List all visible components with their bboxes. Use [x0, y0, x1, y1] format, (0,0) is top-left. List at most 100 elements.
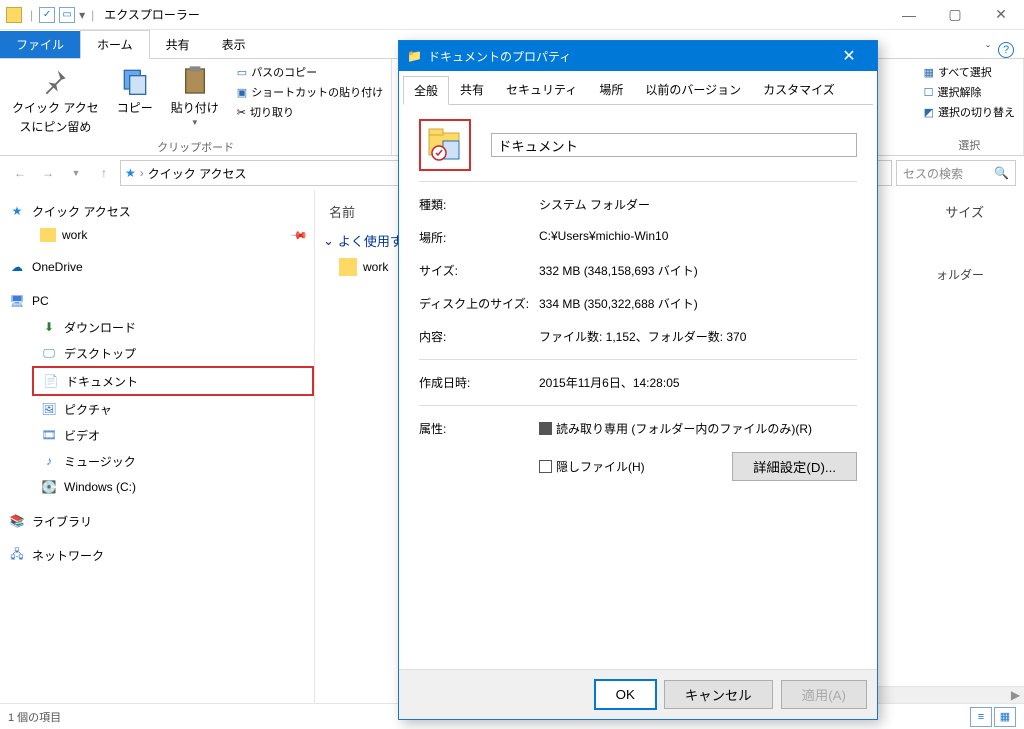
- tab-file[interactable]: ファイル: [0, 31, 80, 58]
- tab-sharing[interactable]: 共有: [449, 75, 495, 104]
- scroll-right-icon[interactable]: ▶: [1007, 688, 1024, 702]
- created-label: 作成日時:: [419, 374, 539, 391]
- explorer-icon: [6, 7, 22, 23]
- paste-icon: [179, 65, 211, 97]
- select-all-button[interactable]: ▦ すべて選択: [922, 63, 1017, 81]
- collapse-ribbon-icon[interactable]: ˇ: [986, 43, 990, 57]
- folder-name-input[interactable]: [491, 133, 857, 157]
- search-box[interactable]: セスの検索 🔍: [896, 160, 1016, 186]
- paste-shortcut-button[interactable]: ▣ ショートカットの貼り付け: [235, 83, 385, 101]
- tree-pc[interactable]: 🖥 PC: [0, 288, 314, 314]
- file-name: work: [363, 260, 388, 274]
- advanced-button[interactable]: 詳細設定(D)...: [732, 452, 857, 481]
- column-header-size[interactable]: サイズ: [945, 198, 984, 225]
- help-icon[interactable]: ?: [998, 42, 1014, 58]
- nav-history-dropdown[interactable]: ▼: [64, 161, 88, 185]
- copy-button[interactable]: コピー: [111, 63, 159, 137]
- tree-onedrive[interactable]: ☁ OneDrive: [0, 254, 314, 280]
- copy-path-button[interactable]: ▭ パスのコピー: [235, 63, 385, 81]
- cut-button[interactable]: ✂ 切り取り: [235, 103, 385, 121]
- chevron-down-icon: ⌄: [323, 233, 334, 249]
- search-placeholder: セスの検索: [903, 165, 963, 182]
- tab-share[interactable]: 共有: [150, 31, 206, 58]
- music-icon: ♪: [40, 452, 58, 470]
- shortcut-icon: ▣: [237, 86, 247, 99]
- copy-path-icon: ▭: [237, 66, 247, 79]
- tree-desktop[interactable]: 🖵 デスクトップ: [0, 340, 314, 366]
- dialog-body: 種類:システム フォルダー 場所:C:¥Users¥michio-Win10 サ…: [399, 105, 877, 503]
- apply-button[interactable]: 適用(A): [781, 680, 867, 709]
- dialog-title: ドキュメントのプロパティ: [428, 48, 571, 65]
- ribbon-group-clipboard: クイック アクセ スにピン留め コピー 貼り付け ▼ ▭ パスのコピー ▣ ショ…: [0, 59, 392, 155]
- chevron-down-icon[interactable]: ▾: [79, 8, 85, 22]
- pin-icon: [39, 65, 71, 97]
- readonly-checkbox[interactable]: 読み取り専用 (フォルダー内のファイルのみ)(R): [539, 420, 812, 437]
- clipboard-group-label: クリップボード: [6, 139, 385, 155]
- tab-security[interactable]: セキュリティ: [495, 75, 588, 104]
- tree-work[interactable]: work 📌: [0, 224, 314, 246]
- paste-shortcut-label: ショートカットの貼り付け: [251, 84, 383, 100]
- attributes-label: 属性:: [419, 420, 539, 481]
- qat-separator: |: [30, 8, 33, 22]
- tab-location[interactable]: 場所: [588, 75, 634, 104]
- tree-network[interactable]: 🖧 ネットワーク: [0, 542, 314, 568]
- tree-music[interactable]: ♪ ミュージック: [0, 448, 314, 474]
- tree-cdrive[interactable]: 💽 Windows (C:): [0, 474, 314, 500]
- hidden-checkbox[interactable]: 隠しファイル(H): [539, 458, 645, 475]
- paste-button[interactable]: 貼り付け ▼: [165, 63, 225, 137]
- downloads-icon: ⬇: [40, 318, 58, 336]
- size-label: サイズ:: [419, 262, 539, 279]
- group-header-label: よく使用す: [338, 231, 403, 250]
- window-titlebar: | ✓ ▭ ▾ | エクスプローラー — ▢ ✕: [0, 0, 1024, 30]
- checkbox-indeterminate-icon: [539, 422, 552, 435]
- cut-label: 切り取り: [250, 104, 294, 120]
- nav-forward-button[interactable]: →: [36, 161, 60, 185]
- tree-videos[interactable]: 🎞 ビデオ: [0, 422, 314, 448]
- tree-documents[interactable]: 📄 ドキュメント: [32, 366, 314, 396]
- checkbox-empty-icon: [539, 460, 552, 473]
- nav-tree[interactable]: ★ クイック アクセス work 📌 ☁ OneDrive 🖥 PC ⬇ ダウン…: [0, 190, 315, 703]
- star-icon: ★: [8, 202, 26, 220]
- maximize-button[interactable]: ▢: [932, 0, 978, 30]
- minimize-button[interactable]: —: [886, 0, 932, 30]
- select-invert-button[interactable]: ◩ 選択の切り替え: [922, 103, 1017, 121]
- tab-view[interactable]: 表示: [206, 31, 262, 58]
- tab-general[interactable]: 全般: [403, 76, 449, 105]
- library-icon: 📚: [8, 512, 26, 530]
- tree-label: ピクチャ: [64, 401, 112, 418]
- qat-properties-icon[interactable]: ✓: [39, 7, 55, 23]
- close-button[interactable]: ✕: [978, 0, 1024, 30]
- pin-to-quick-access-button[interactable]: クイック アクセ スにピン留め: [6, 63, 105, 137]
- readonly-label: 読み取り専用 (フォルダー内のファイルのみ)(R): [556, 420, 812, 437]
- select-none-button[interactable]: ☐ 選択解除: [922, 83, 1017, 101]
- tab-previous-versions[interactable]: 以前のバージョン: [634, 75, 752, 104]
- select-invert-label: 選択の切り替え: [938, 104, 1015, 120]
- tree-label: work: [62, 228, 87, 242]
- select-all-icon: ▦: [924, 66, 934, 79]
- breadcrumb-chevron-icon: ›: [140, 166, 144, 180]
- ok-button[interactable]: OK: [595, 680, 656, 709]
- disk-size-label: ディスク上のサイズ:: [419, 295, 539, 312]
- tab-home[interactable]: ホーム: [80, 30, 150, 59]
- drive-icon: 💽: [40, 478, 58, 496]
- tree-quick-access[interactable]: ★ クイック アクセス: [0, 198, 314, 224]
- dialog-close-button[interactable]: ✕: [829, 46, 869, 66]
- dialog-titlebar[interactable]: 📁 ドキュメントのプロパティ ✕: [399, 41, 877, 71]
- tab-customize[interactable]: カスタマイズ: [752, 75, 846, 104]
- pc-icon: 🖥: [8, 292, 26, 310]
- folder-icon-highlighted: [419, 119, 471, 171]
- qat-new-folder-icon[interactable]: ▭: [59, 7, 75, 23]
- pictures-icon: 🖼: [40, 400, 58, 418]
- nav-up-button[interactable]: ↑: [92, 161, 116, 185]
- breadcrumb-current[interactable]: クイック アクセス: [148, 165, 247, 182]
- tree-library[interactable]: 📚 ライブラリ: [0, 508, 314, 534]
- tree-label: ネットワーク: [32, 547, 104, 564]
- tree-pictures[interactable]: 🖼 ピクチャ: [0, 396, 314, 422]
- view-tiles-button[interactable]: ▦: [994, 707, 1016, 727]
- tree-downloads[interactable]: ⬇ ダウンロード: [0, 314, 314, 340]
- chevron-down-icon: ▼: [191, 118, 199, 127]
- view-details-button[interactable]: ≡: [970, 707, 992, 727]
- nav-back-button[interactable]: ←: [8, 161, 32, 185]
- contents-value: ファイル数: 1,152、フォルダー数: 370: [539, 328, 746, 345]
- cancel-button[interactable]: キャンセル: [664, 680, 773, 709]
